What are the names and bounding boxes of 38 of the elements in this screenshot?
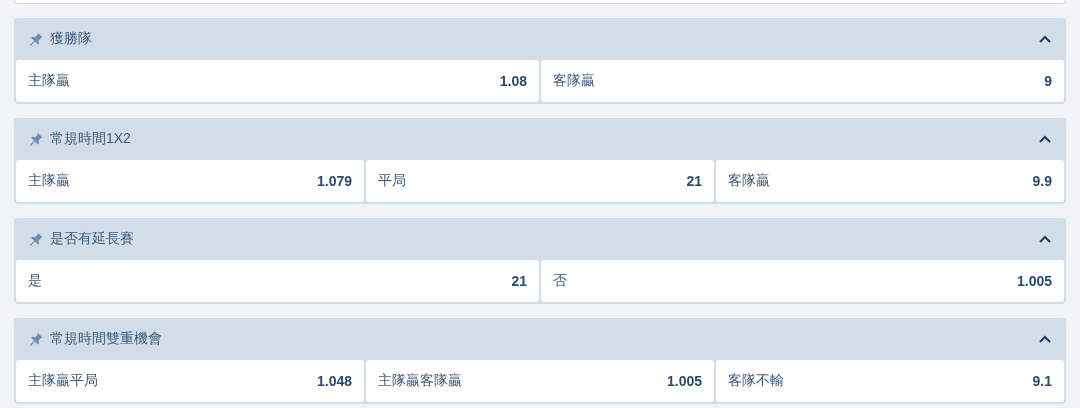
odds-value: 1.048 <box>316 373 352 389</box>
odds-value: 9 <box>1044 73 1052 89</box>
odds-value: 21 <box>511 273 527 289</box>
outcome-label: 是 <box>28 272 42 290</box>
chevron-icon[interactable] <box>1038 334 1052 344</box>
market-title: 常規時間1X2 <box>50 130 132 148</box>
odds-button[interactable]: 主隊贏平局 1.048 <box>16 360 364 402</box>
odds-value: 1.079 <box>316 173 352 189</box>
odds-value: 1.005 <box>1016 273 1052 289</box>
outcome-label: 否 <box>553 272 567 290</box>
chevron-icon[interactable] <box>1038 134 1052 144</box>
chevron-icon[interactable] <box>1038 234 1052 244</box>
odds-button[interactable]: 客隊不輸 9.1 <box>716 360 1064 402</box>
outcome-label: 主隊贏客隊贏 <box>378 372 462 390</box>
odds-value: 9.9 <box>1032 173 1052 189</box>
odds-value: 9.1 <box>1032 373 1052 389</box>
outcome-label: 主隊贏平局 <box>28 372 98 390</box>
odds-button[interactable]: 主隊贏客隊贏 1.005 <box>366 360 714 402</box>
odds-value: 1.005 <box>666 373 702 389</box>
odds-button[interactable]: 主隊贏 1.08 <box>16 60 539 102</box>
outcome-label: 主隊贏 <box>28 72 70 90</box>
market-title: 常規時間雙重機會 <box>50 330 163 348</box>
odds-button[interactable]: 是 21 <box>16 260 539 302</box>
odds-button[interactable]: 主隊贏 1.079 <box>16 160 364 202</box>
market-title: 是否有延長賽 <box>50 230 135 248</box>
odds-button[interactable]: 客隊贏 9.9 <box>716 160 1064 202</box>
odds-button[interactable]: 否 1.005 <box>541 260 1064 302</box>
outcome-label: 客隊贏 <box>728 172 770 190</box>
outcome-label: 平局 <box>378 172 406 190</box>
outcome-label: 客隊不輸 <box>728 372 784 390</box>
market-title: 獲勝隊 <box>50 30 93 48</box>
odds-button[interactable]: 客隊贏 9 <box>541 60 1064 102</box>
odds-value: 21 <box>686 173 702 189</box>
chevron-icon[interactable] <box>1038 34 1052 44</box>
outcome-label: 客隊贏 <box>553 72 595 90</box>
outcome-label: 主隊贏 <box>28 172 70 190</box>
odds-value: 1.08 <box>499 73 527 89</box>
odds-button[interactable]: 平局 21 <box>366 160 714 202</box>
